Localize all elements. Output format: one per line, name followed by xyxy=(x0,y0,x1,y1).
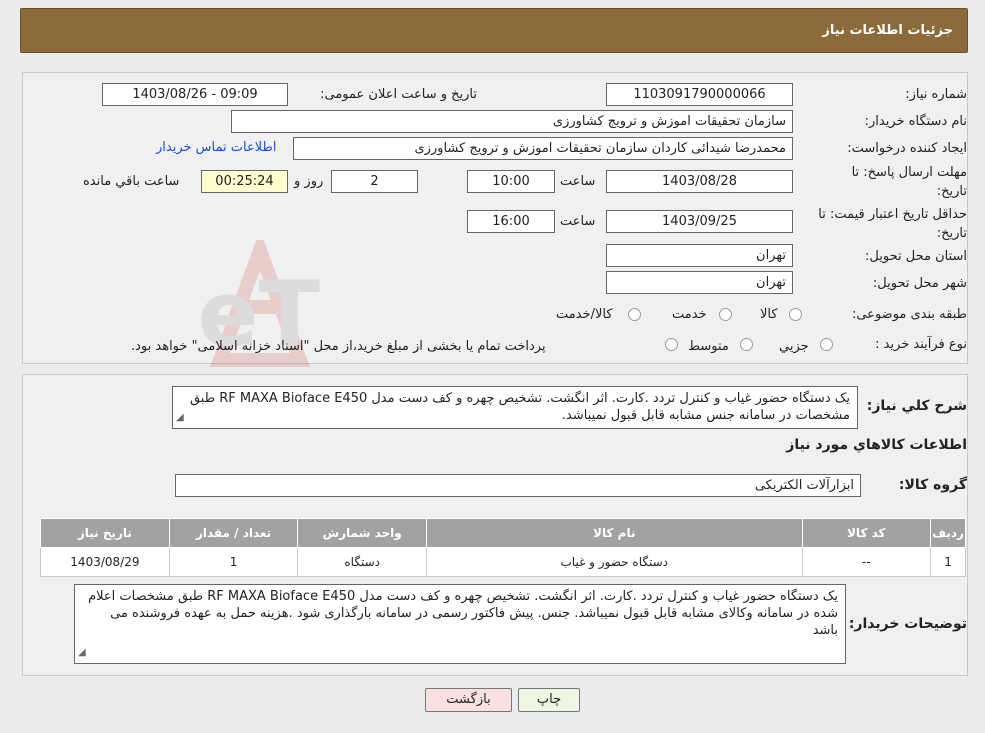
col-name: نام کالا xyxy=(426,518,803,548)
col-unit: واحد شمارش xyxy=(297,518,427,548)
category-radio-goods-service[interactable] xyxy=(628,308,641,321)
goods-table: ردیف کد کالا نام کالا واحد شمارش تعداد /… xyxy=(40,518,966,577)
category-radio-service[interactable] xyxy=(719,308,732,321)
announce-datetime-label: تاریخ و ساعت اعلان عمومی: xyxy=(320,87,477,102)
col-qty: تعداد / مقدار xyxy=(168,518,299,548)
category-option-service: خدمت xyxy=(672,307,707,322)
days-label: روز و xyxy=(294,174,324,189)
process-radio-medium[interactable] xyxy=(740,338,753,351)
deadline-date-field: 1403/08/28 xyxy=(606,170,793,193)
buyer-notes-text: یک دستگاه حضور غیاب و کنترل تردد .کارت. … xyxy=(88,589,838,638)
process-label: نوع فرآیند خرید : xyxy=(875,337,967,352)
need-number-field: 1103091790000066 xyxy=(606,83,793,106)
resize-grip-icon[interactable]: ◢ xyxy=(176,409,184,426)
cell-row: 1 xyxy=(930,547,966,577)
validity-label-line1: حداقل تاریخ اعتبار قیمت: تا xyxy=(818,207,967,222)
table-row[interactable]: 1 -- دستگاه حضور و غیاب دستگاه 1 1403/08… xyxy=(40,547,966,577)
deadline-time-label: ساعت xyxy=(560,174,596,189)
remaining-time-field: 00:25:24 xyxy=(201,170,288,193)
buyer-contact-link[interactable]: اطلاعات تماس خریدار xyxy=(156,140,276,155)
goods-section-title: اطلاعات کالاهاي مورد نیاز xyxy=(786,437,967,453)
province-label: استان محل تحویل: xyxy=(865,249,967,264)
need-number-label: شماره نیاز: xyxy=(905,87,967,102)
process-option-medium: متوسط xyxy=(688,339,729,354)
col-row: ردیف xyxy=(930,518,966,548)
creator-label: ایجاد کننده درخواست: xyxy=(847,141,967,156)
creator-field: محمدرضا شیدائی کاردان سازمان تحقیقات امو… xyxy=(293,137,793,160)
city-field: تهران xyxy=(606,271,793,294)
goods-group-field: ابزارآلات الکتریکی xyxy=(175,474,861,497)
validity-date-field: 1403/09/25 xyxy=(606,210,793,233)
validity-label-line2: تاریخ: xyxy=(936,226,967,241)
buyer-org-label: نام دستگاه خریدار: xyxy=(864,114,967,129)
deadline-label-line1: مهلت ارسال پاسخ: تا xyxy=(851,165,967,180)
cell-unit: دستگاه xyxy=(297,547,427,577)
back-button[interactable]: بازگشت xyxy=(425,688,512,712)
process-option-minor: جزیي xyxy=(779,339,809,354)
process-radio-treasury[interactable] xyxy=(665,338,678,351)
print-button[interactable]: چاپ xyxy=(518,688,580,712)
page-title: جزئیات اطلاعات نیاز xyxy=(822,23,953,38)
cell-qty: 1 xyxy=(168,547,299,577)
summary-textarea[interactable]: یک دستگاه حضور غیاب و کنترل تردد .کارت. … xyxy=(172,386,858,429)
category-option-goods: کالا xyxy=(760,307,778,322)
page-header: جزئیات اطلاعات نیاز xyxy=(20,8,968,53)
remaining-time-label: ساعت باقي مانده xyxy=(83,174,180,189)
buyer-notes-textarea[interactable]: یک دستگاه حضور غیاب و کنترل تردد .کارت. … xyxy=(74,584,846,664)
validity-time-label: ساعت xyxy=(560,214,596,229)
city-label: شهر محل تحویل: xyxy=(872,276,967,291)
cell-code: -- xyxy=(801,547,932,577)
buyer-notes-label: توضیحات خریدار: xyxy=(848,616,967,632)
cell-date: 1403/08/29 xyxy=(40,547,170,577)
col-date: تاریخ نیاز xyxy=(40,518,170,548)
province-field: تهران xyxy=(606,244,793,267)
summary-label: شرح کلي نیاز: xyxy=(866,398,967,414)
validity-time-field: 16:00 xyxy=(467,210,555,233)
resize-grip-icon[interactable]: ◢ xyxy=(78,644,86,661)
goods-table-header: ردیف کد کالا نام کالا واحد شمارش تعداد /… xyxy=(40,518,966,548)
category-option-goods-service: کالا/خدمت xyxy=(556,307,613,322)
summary-text: یک دستگاه حضور غیاب و کنترل تردد .کارت. … xyxy=(189,391,850,423)
deadline-time-field: 10:00 xyxy=(467,170,555,193)
goods-group-label: گروه کالا: xyxy=(898,477,967,493)
announce-datetime-value: 1403/08/26 - 09:09 xyxy=(132,87,258,102)
cell-name: دستگاه حضور و غیاب xyxy=(426,547,803,577)
days-remaining-field: 2 xyxy=(331,170,418,193)
deadline-label-line2: تاریخ: xyxy=(936,184,967,199)
process-note: پرداخت تمام یا بخشی از مبلغ خرید،از محل … xyxy=(131,339,546,354)
announce-datetime-field: 1403/08/26 - 09:09 xyxy=(102,83,288,106)
buyer-org-field: سازمان تحقیقات اموزش و ترویج کشاورزی xyxy=(231,110,793,133)
category-label: طبقه بندی موضوعی: xyxy=(851,307,967,322)
category-radio-goods[interactable] xyxy=(789,308,802,321)
col-code: کد کالا xyxy=(801,518,932,548)
process-radio-minor[interactable] xyxy=(820,338,833,351)
